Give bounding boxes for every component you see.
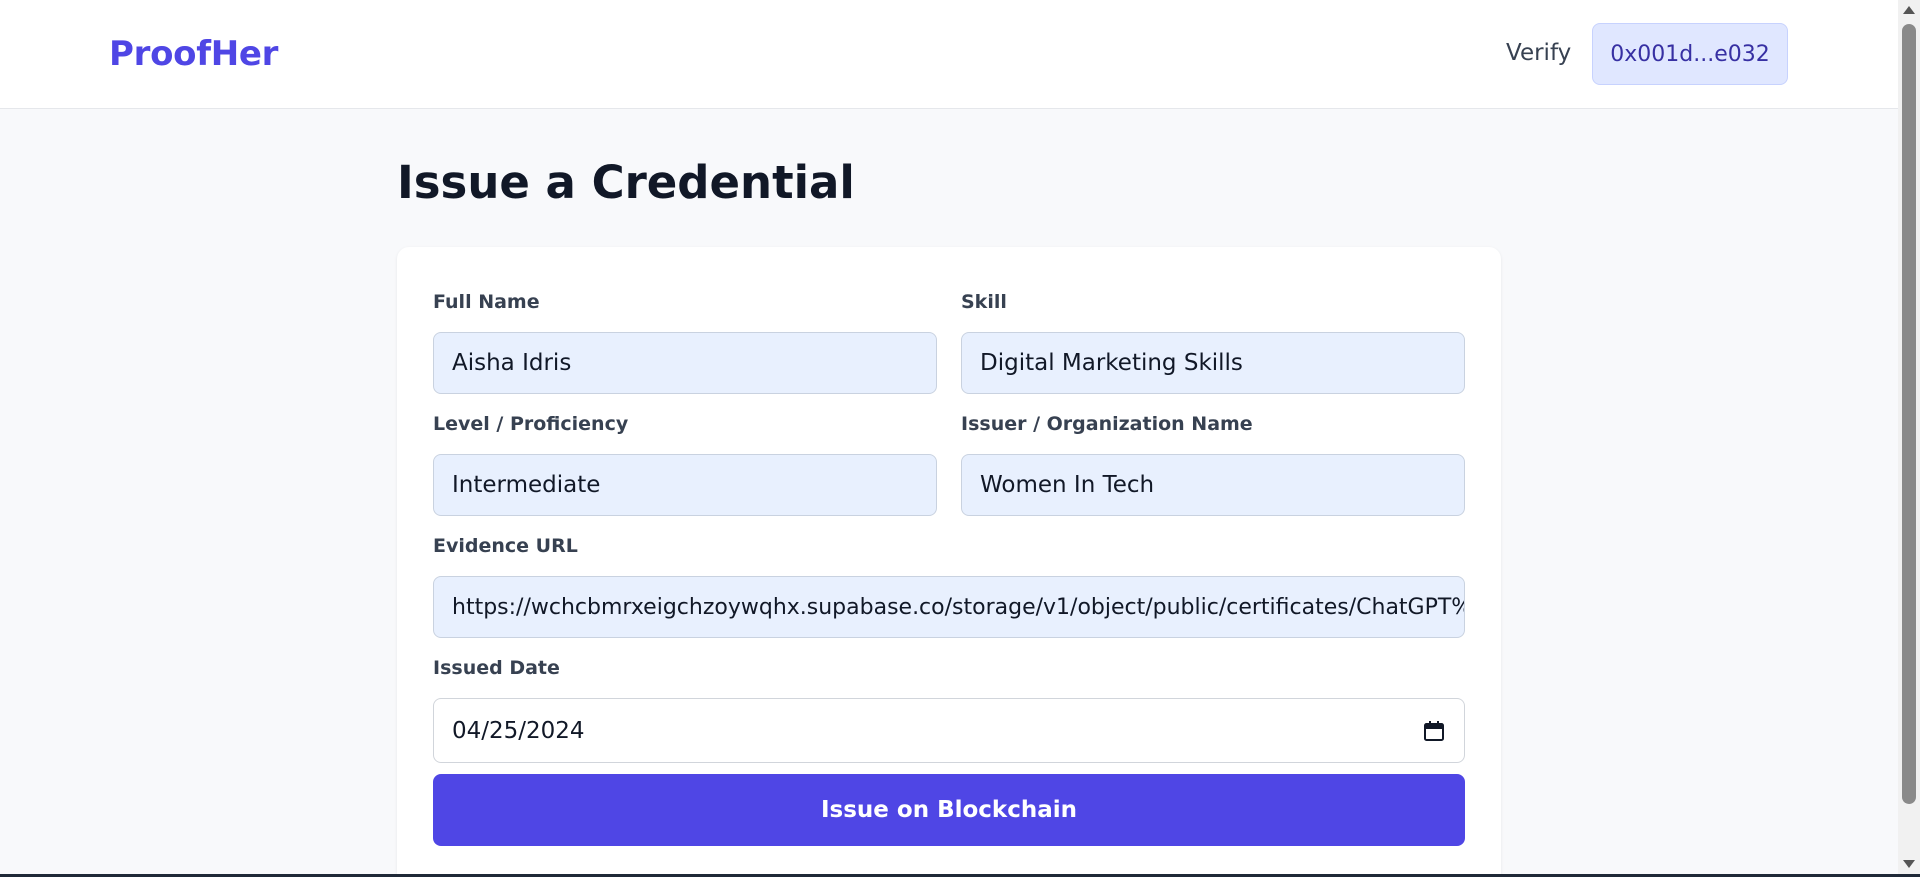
scroll-down-arrow-icon[interactable] (1903, 860, 1915, 868)
vertical-scrollbar[interactable] (1898, 0, 1920, 874)
issued-date-label: Issued Date (433, 657, 560, 679)
evidence-url-label: Evidence URL (433, 535, 578, 557)
skill-field-group: Skill (961, 288, 1465, 394)
skill-label: Skill (961, 291, 1007, 313)
calendar-icon[interactable] (1422, 719, 1446, 743)
wallet-address-label: 0x001d...e032 (1610, 41, 1770, 67)
verify-link[interactable]: Verify (1506, 40, 1571, 66)
level-field-group: Level / Proficiency (433, 410, 937, 516)
level-label: Level / Proficiency (433, 413, 629, 435)
evidence-url-field-group: Evidence URL (433, 532, 1465, 638)
brand-logo[interactable]: ProofHer (109, 34, 278, 74)
skill-input[interactable] (961, 332, 1465, 394)
issuer-label: Issuer / Organization Name (961, 413, 1253, 435)
scrollbar-thumb[interactable] (1902, 24, 1916, 804)
top-navbar: ProofHer Verify 0x001d...e032 (0, 0, 1898, 109)
viewport: ProofHer Verify 0x001d...e032 Issue a Cr… (0, 0, 1898, 874)
level-input[interactable] (433, 454, 937, 516)
credential-form-card: Full Name Skill Level / Proficiency Issu… (397, 247, 1501, 874)
issue-on-blockchain-label: Issue on Blockchain (820, 797, 1078, 823)
page-title: Issue a Credential (397, 156, 855, 209)
full-name-label: Full Name (433, 291, 540, 313)
evidence-url-input[interactable] (433, 576, 1465, 638)
wallet-address-button[interactable]: 0x001d...e032 (1592, 23, 1788, 85)
issue-on-blockchain-button[interactable]: Issue on Blockchain (433, 774, 1465, 846)
full-name-field-group: Full Name (433, 288, 937, 394)
issued-date-field-group: Issued Date 04/25/2024 (433, 654, 1465, 764)
scroll-up-arrow-icon[interactable] (1903, 6, 1915, 14)
issuer-input[interactable] (961, 454, 1465, 516)
full-name-input[interactable] (433, 332, 937, 394)
issued-date-input[interactable]: 04/25/2024 (433, 698, 1465, 763)
issuer-field-group: Issuer / Organization Name (961, 410, 1465, 516)
issued-date-value: 04/25/2024 (452, 717, 585, 744)
